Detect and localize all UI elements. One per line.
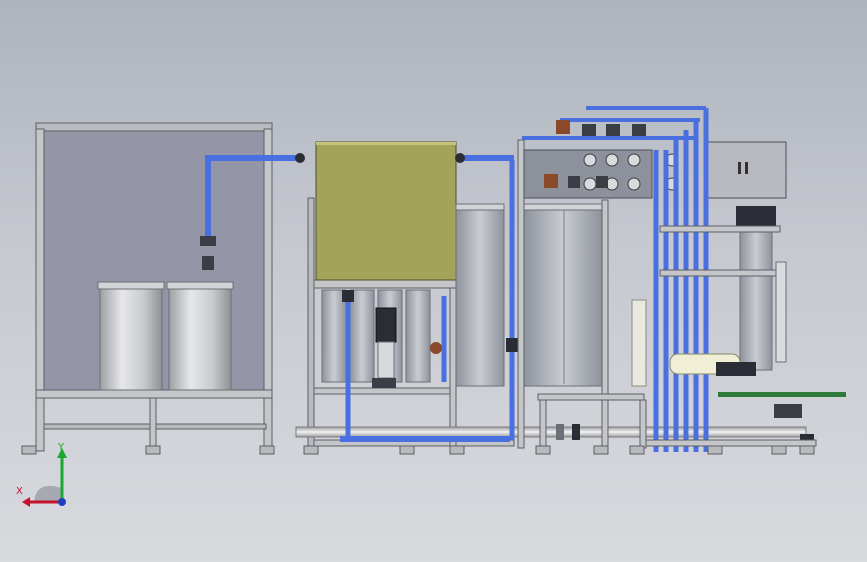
storage-tank-left[interactable] [97,281,165,391]
x-axis-label: X [16,486,23,497]
coordinate-triad: X Y [14,440,78,510]
front-manifold[interactable] [295,424,807,442]
y-axis-label: Y [58,442,65,453]
axis-triad-icon [22,448,67,507]
booster-pump[interactable] [372,307,397,388]
filter-vessel-bank[interactable] [455,203,603,387]
electrical-cabinet[interactable] [705,141,787,199]
vertical-pipe-bundle[interactable] [653,108,709,452]
grating-platform [718,392,846,397]
assembly-model[interactable] [0,0,867,562]
storage-tank-right[interactable] [166,281,234,391]
cad-viewport[interactable]: X Y [0,0,867,562]
hopper-tank[interactable] [315,141,457,281]
